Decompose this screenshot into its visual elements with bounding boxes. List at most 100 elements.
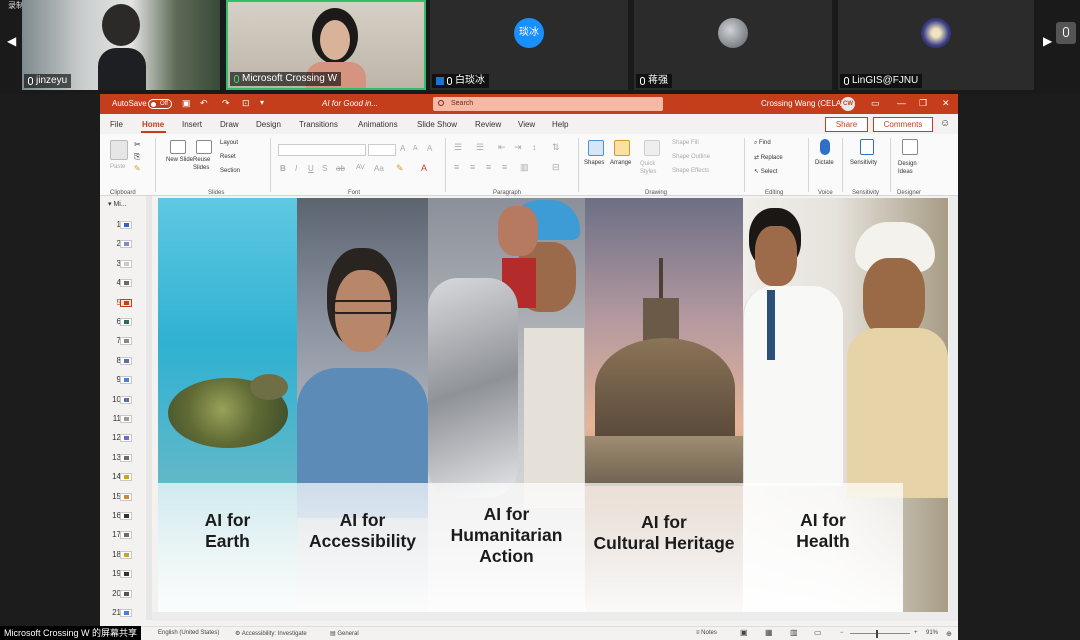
columns-icon[interactable]: ▥ [520, 162, 529, 173]
sensitivity-status[interactable]: ▤ General [330, 630, 359, 637]
font-color-icon[interactable]: A [421, 163, 427, 173]
avatar[interactable]: CW [841, 97, 855, 111]
fit-to-window-icon[interactable]: ⊕ [946, 630, 952, 638]
microphone-icon[interactable] [820, 139, 830, 155]
quick-styles-icon[interactable] [644, 140, 660, 156]
reset-button[interactable]: Reset [220, 154, 236, 160]
slide-thumbnail[interactable] [120, 453, 132, 462]
participant-tile-5[interactable]: LinGIS@FJNU [838, 0, 1034, 90]
slide-thumbnail[interactable] [120, 492, 132, 501]
feedback-icon[interactable]: ☺ [940, 118, 950, 129]
present-icon[interactable]: ⊡ [242, 98, 250, 109]
design-ideas-icon[interactable] [902, 139, 918, 155]
italic-icon[interactable]: I [295, 164, 297, 173]
paste-button[interactable]: Paste [110, 164, 125, 170]
slide-canvas[interactable]: AI for Earth AI for Accessibility AI for Hu… [158, 198, 948, 612]
slide-thumbnail[interactable] [120, 356, 132, 365]
dictate-button[interactable]: Dictate [815, 160, 834, 166]
copy-icon[interactable]: ⎘ [134, 152, 140, 162]
accessibility-status[interactable]: ⚙ Accessibility: Investigate [235, 630, 307, 637]
slide-thumbnail[interactable] [120, 609, 132, 617]
new-slide-button[interactable]: New Slide [166, 156, 194, 164]
shape-effects-button[interactable]: Shape Effects [672, 168, 709, 174]
clear-formatting-icon[interactable]: A [427, 144, 432, 153]
close-icon[interactable]: ✕ [942, 98, 950, 109]
participant-tile-4[interactable]: 蒋强 [634, 0, 832, 90]
normal-view-icon[interactable]: ▣ [740, 628, 748, 637]
slide-thumbnail[interactable] [120, 259, 132, 268]
shapes-button[interactable]: Shapes [584, 160, 604, 166]
mute-mic-icon[interactable] [1056, 22, 1076, 44]
slide-thumbnail[interactable] [120, 298, 132, 307]
arrange-button[interactable]: Arrange [610, 160, 631, 166]
tab-view[interactable]: View [518, 120, 535, 129]
slide-thumbnail[interactable] [120, 337, 132, 346]
slide-thumbnail[interactable] [120, 240, 132, 249]
change-case-icon[interactable]: Aa [374, 164, 384, 173]
cut-icon[interactable]: ✂ [134, 140, 141, 149]
thumbnail-scrollbar[interactable] [146, 196, 152, 620]
character-spacing-icon[interactable]: AV [356, 164, 365, 171]
shadow-icon[interactable]: S [322, 164, 327, 173]
section-button[interactable]: Section [220, 168, 240, 174]
tab-slide-show[interactable]: Slide Show [417, 120, 457, 129]
font-size-dropdown[interactable] [368, 144, 396, 156]
tab-transitions[interactable]: Transitions [299, 120, 338, 129]
align-text-icon[interactable]: ⊟ [552, 162, 560, 173]
customize-toolbar-icon[interactable]: ▾ [260, 98, 264, 107]
reading-view-icon[interactable]: ▥ [790, 628, 798, 637]
zoom-level[interactable]: 91% [926, 630, 938, 636]
format-painter-icon[interactable]: ✎ [134, 164, 141, 173]
comments-button[interactable]: Comments [873, 117, 933, 132]
vertical-scrollbar[interactable] [949, 196, 958, 620]
justify-icon[interactable]: ≡ [502, 162, 507, 172]
notes-button[interactable]: ≡ Notes [696, 630, 717, 636]
find-button[interactable]: ⌕ Find [754, 140, 771, 147]
highlight-icon[interactable]: ✎ [396, 163, 404, 174]
slide-thumbnail[interactable] [120, 221, 132, 229]
shrink-font-icon[interactable]: A [413, 145, 418, 152]
participant-tile-3[interactable]: 琰冰 白琰冰 [430, 0, 628, 90]
participant-tile-1[interactable]: jinzeyu [22, 0, 220, 90]
language-status[interactable]: English (United States) [158, 630, 219, 636]
zoom-out-icon[interactable]: − [840, 630, 844, 636]
slide-thumbnail[interactable] [120, 550, 132, 559]
tab-help[interactable]: Help [552, 120, 568, 129]
slide-thumbnail[interactable] [120, 434, 132, 443]
slide-thumbnail[interactable] [120, 473, 132, 482]
slide-thumbnail[interactable] [120, 415, 132, 423]
slideshow-icon[interactable]: ▭ [814, 628, 822, 637]
grow-font-icon[interactable]: A [400, 144, 405, 153]
underline-icon[interactable]: U [308, 164, 314, 173]
font-name-dropdown[interactable] [278, 144, 366, 156]
zoom-slider-thumb[interactable] [876, 630, 878, 638]
slide-sorter-icon[interactable]: ▦ [765, 628, 773, 637]
design-ideas-button[interactable]: Design Ideas [898, 160, 924, 176]
arrange-icon[interactable] [614, 140, 630, 156]
maximize-icon[interactable]: ❐ [919, 98, 927, 109]
slide-thumbnail[interactable] [120, 570, 132, 579]
shape-fill-button[interactable]: Shape Fill [672, 140, 699, 146]
strikethrough-icon[interactable]: ab [336, 164, 345, 173]
tab-design[interactable]: Design [256, 120, 281, 129]
zoom-in-icon[interactable]: + [914, 630, 918, 636]
sensitivity-button[interactable]: Sensitivity [850, 160, 877, 166]
tab-file[interactable]: File [110, 120, 123, 129]
reuse-slides-icon[interactable] [196, 140, 212, 154]
bullets-icon[interactable]: ☰ [454, 142, 462, 153]
document-title[interactable]: AI for Good in... [322, 99, 378, 108]
horizontal-scrollbar[interactable] [152, 612, 958, 621]
strip-next-arrow[interactable]: ▶ [1043, 34, 1052, 48]
shapes-icon[interactable] [588, 140, 604, 156]
line-spacing-icon[interactable]: ↕ [532, 142, 537, 152]
select-button[interactable]: ↖ Select [754, 168, 777, 175]
slide-thumbnail[interactable] [120, 589, 132, 598]
quick-styles-button[interactable]: Quick Styles [640, 160, 666, 176]
replace-button[interactable]: ⇄ Replace [754, 154, 783, 161]
autosave-toggle[interactable]: Off [148, 99, 172, 109]
slide-thumbnail[interactable] [120, 531, 132, 540]
text-direction-icon[interactable]: ⇅ [552, 142, 560, 153]
slide-thumbnail[interactable] [120, 279, 132, 288]
participant-tile-2[interactable]: Microsoft Crossing W [226, 0, 426, 90]
tab-home[interactable]: Home [142, 120, 164, 129]
